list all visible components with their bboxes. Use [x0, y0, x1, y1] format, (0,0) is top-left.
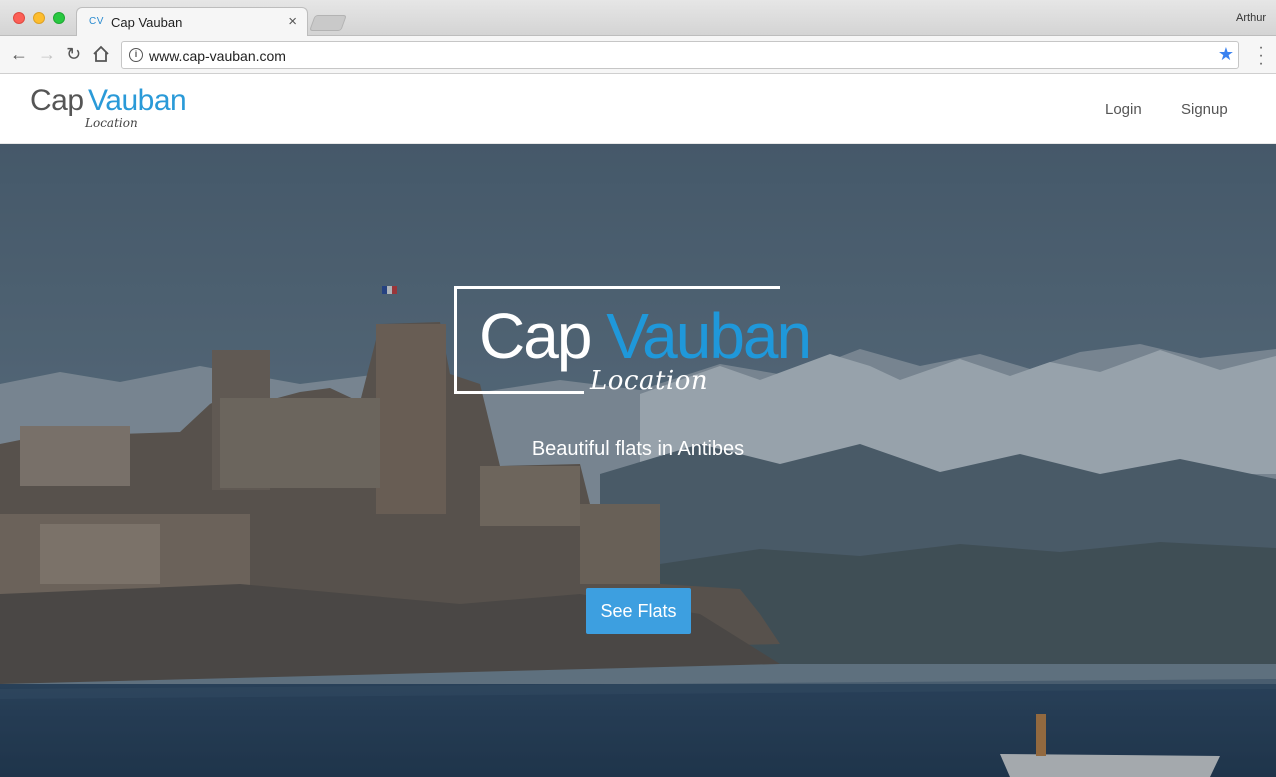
logo-vauban-text: Vauban	[88, 84, 187, 117]
hero-tagline: Beautiful flats in Antibes	[531, 438, 745, 460]
logo-frame-top	[454, 286, 780, 289]
logo-location-text: Location	[85, 116, 138, 130]
address-bar[interactable]: i www.cap-vauban.com ★	[121, 41, 1239, 69]
profile-name[interactable]: Arthur	[1236, 12, 1266, 24]
browser-toolbar: ← → ↻ i www.cap-vauban.com ★	[0, 36, 1276, 74]
url-text[interactable]: www.cap-vauban.com	[149, 48, 286, 64]
new-tab-button[interactable]	[309, 15, 347, 31]
signup-link[interactable]: Signup	[1181, 101, 1228, 118]
tab-title: Cap Vauban	[111, 15, 183, 30]
maximize-window-button[interactable]	[53, 12, 65, 24]
back-arrow-icon[interactable]: ←	[10, 43, 28, 65]
hero-logo-vauban: Vauban	[606, 300, 812, 372]
tab-close-icon[interactable]: ×	[288, 13, 297, 30]
close-window-button[interactable]	[13, 12, 25, 24]
star-icon[interactable]: ★	[1218, 44, 1234, 65]
logo-frame-bottom	[454, 391, 584, 394]
home-icon[interactable]	[92, 43, 110, 68]
menu-dots-icon[interactable]: · · ·	[1258, 40, 1264, 72]
hero-logo: Cap Vauban Location	[454, 286, 834, 406]
logo-cap-text: Cap	[30, 84, 84, 117]
favicon-icon: CV	[89, 16, 104, 27]
hero-logo-location: Location	[590, 366, 709, 396]
login-link[interactable]: Login	[1105, 101, 1142, 118]
hero-section: Cap Vauban Location Beautiful flats in A…	[0, 144, 1276, 777]
reload-icon[interactable]: ↻	[66, 43, 81, 65]
hero-logo-cap: Cap	[479, 300, 592, 372]
see-flats-button[interactable]: See Flats	[586, 588, 691, 634]
info-icon[interactable]: i	[129, 48, 143, 62]
logo-frame-left	[454, 286, 457, 394]
site-header: Cap Vauban Location Login Signup	[0, 74, 1276, 144]
site-logo[interactable]: Cap Vauban Location	[30, 82, 210, 138]
browser-titlebar: CV Cap Vauban × Arthur	[0, 0, 1276, 37]
forward-arrow-icon[interactable]: →	[38, 43, 56, 65]
browser-tab[interactable]: CV Cap Vauban ×	[76, 7, 308, 37]
minimize-window-button[interactable]	[33, 12, 45, 24]
